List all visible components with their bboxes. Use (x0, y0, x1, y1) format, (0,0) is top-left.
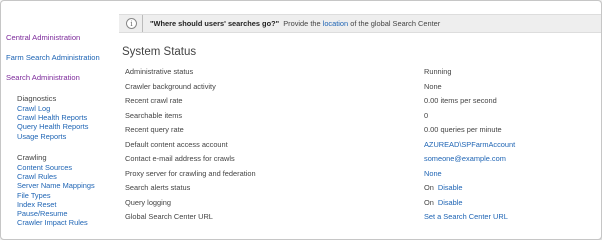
nav-section-crawling: Crawling Content Sources Crawl Rules Ser… (17, 153, 117, 227)
default-access-account-link[interactable]: AZUREAD\SPFarmAccount (424, 140, 515, 149)
nav-item-pause-resume[interactable]: Pause/Resume (17, 209, 117, 218)
status-row-recent-crawl-rate: Recent crawl rate 0.00 items per second (125, 95, 595, 110)
status-row-proxy-server: Proxy server for crawling and federation… (125, 168, 595, 183)
nav-heading-crawling: Crawling (17, 153, 47, 162)
info-bar: i "Where should users' searches go?" Pro… (119, 14, 601, 33)
info-location-link[interactable]: location (323, 19, 348, 28)
nav-item-crawl-rules[interactable]: Crawl Rules (17, 172, 117, 181)
info-icon: i (126, 18, 137, 29)
nav-item-crawler-impact-rules[interactable]: Crawler Impact Rules (17, 218, 117, 227)
nav-item-server-name-mappings[interactable]: Server Name Mappings (17, 181, 117, 190)
status-row-recent-query-rate: Recent query rate 0.00 queries per minut… (125, 124, 595, 139)
nav-heading-diagnostics: Diagnostics (17, 94, 57, 103)
status-row-searchable-items: Searchable items 0 (125, 110, 595, 125)
row-value: None (424, 81, 442, 91)
status-row-crawler-background-activity: Crawler background activity None (125, 81, 595, 96)
left-navigation: Central Administration Farm Search Admin… (1, 1, 119, 239)
info-text-after: of the global Search Center (350, 19, 441, 28)
status-row-global-search-center-url: Global Search Center URL Set a Search Ce… (125, 211, 595, 226)
status-row-query-logging: Query logging On Disable (125, 197, 595, 212)
info-question: "Where should users' searches go?" (150, 19, 280, 28)
nav-link-central-administration[interactable]: Central Administration (6, 33, 80, 42)
row-label: Contact e-mail address for crawls (125, 154, 235, 163)
row-label: Default content access account (125, 139, 228, 149)
row-label: Global Search Center URL (125, 212, 213, 221)
row-label: Proxy server for crawling and federation (125, 168, 256, 178)
nav-item-usage-reports[interactable]: Usage Reports (17, 132, 117, 141)
row-value: 0 (424, 110, 429, 120)
app-window: Central Administration Farm Search Admin… (0, 0, 602, 240)
row-label: Search alerts status (125, 183, 191, 192)
row-label: Recent query rate (125, 125, 184, 134)
row-label: Administrative status (125, 67, 194, 76)
row-label: Query logging (125, 197, 172, 207)
row-value: 0.00 queries per minute (424, 125, 502, 134)
row-label: Searchable items (125, 110, 183, 120)
nav-item-crawl-log[interactable]: Crawl Log (17, 104, 117, 113)
info-divider (142, 15, 143, 32)
query-logging-state: On (424, 197, 434, 207)
row-value: Running (424, 67, 452, 76)
proxy-server-link[interactable]: None (424, 169, 442, 178)
nav-item-query-health-reports[interactable]: Query Health Reports (17, 122, 117, 131)
set-search-center-url-link[interactable]: Set a Search Center URL (424, 212, 508, 221)
row-label: Recent crawl rate (125, 96, 183, 105)
nav-item-file-types[interactable]: File Types (17, 191, 117, 200)
search-alerts-disable-link[interactable]: Disable (438, 183, 463, 192)
system-status-table: Administrative status Running Crawler ba… (125, 66, 595, 226)
status-row-search-alerts-status: Search alerts status On Disable (125, 182, 595, 197)
status-row-contact-email: Contact e-mail address for crawls someon… (125, 153, 595, 168)
nav-link-search-administration[interactable]: Search Administration (6, 73, 80, 82)
nav-item-content-sources[interactable]: Content Sources (17, 163, 117, 172)
nav-link-farm-search-administration[interactable]: Farm Search Administration (6, 53, 100, 62)
page-title: System Status (122, 46, 197, 58)
info-text-before: Provide the (283, 19, 321, 28)
query-logging-disable-link[interactable]: Disable (438, 198, 463, 207)
search-alerts-state: On (424, 183, 434, 192)
nav-item-crawl-health-reports[interactable]: Crawl Health Reports (17, 113, 117, 122)
row-label: Crawler background activity (125, 81, 216, 91)
status-row-default-content-access-account: Default content access account AZUREAD\S… (125, 139, 595, 154)
nav-item-index-reset[interactable]: Index Reset (17, 200, 117, 209)
row-value: 0.00 items per second (424, 96, 497, 105)
status-row-administrative-status: Administrative status Running (125, 66, 595, 81)
contact-email-link[interactable]: someone@example.com (424, 154, 506, 163)
nav-section-diagnostics: Diagnostics Crawl Log Crawl Health Repor… (17, 94, 117, 141)
